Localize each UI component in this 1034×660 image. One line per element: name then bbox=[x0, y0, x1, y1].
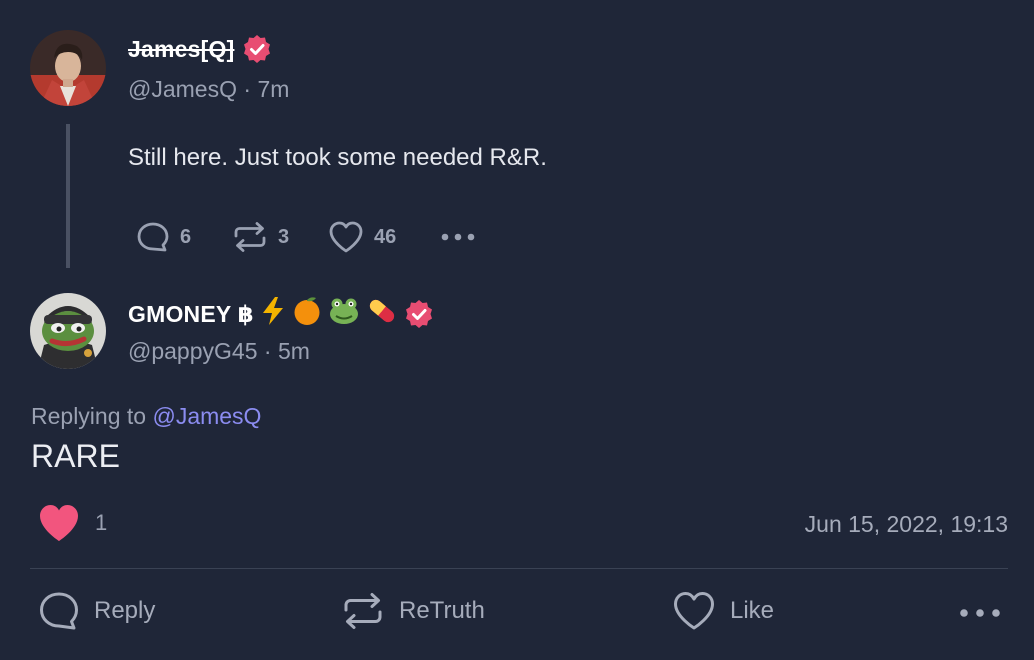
like-label: Like bbox=[730, 597, 775, 624]
parent-post-text: Still here. Just took some needed R&R. bbox=[128, 144, 547, 171]
parent-reply-count: 6 bbox=[180, 225, 192, 248]
reply-time: 5m bbox=[277, 338, 310, 364]
parent-more-button[interactable] bbox=[440, 230, 478, 249]
verified-badge-icon bbox=[242, 34, 272, 64]
reply-display-name[interactable]: GMONEY ฿ bbox=[128, 296, 434, 332]
reply-post-text: RARE bbox=[31, 438, 120, 474]
parent-retruth-button[interactable]: 3 bbox=[232, 220, 289, 254]
divider bbox=[30, 568, 1008, 569]
more-options-button[interactable] bbox=[958, 605, 1002, 626]
frog-emoji-icon bbox=[328, 296, 360, 332]
heart-outline-icon bbox=[674, 592, 714, 630]
like-button[interactable]: Like bbox=[672, 590, 774, 632]
lightning-emoji-icon bbox=[260, 296, 286, 332]
orange-emoji-icon bbox=[292, 296, 322, 332]
post-timestamp: Jun 15, 2022, 19:13 bbox=[804, 511, 1008, 537]
parent-like-count: 46 bbox=[374, 225, 397, 248]
thread-line bbox=[66, 124, 70, 268]
reply-like-count: 1 bbox=[95, 510, 108, 535]
reply-like-count-row[interactable]: 1 bbox=[37, 502, 107, 544]
heart-filled-icon bbox=[40, 505, 78, 541]
retruth-icon bbox=[234, 222, 266, 252]
parent-retruth-count: 3 bbox=[278, 225, 290, 248]
replying-to-line: Replying to @JamesQ bbox=[31, 403, 261, 430]
parent-handle-line: @JamesQ · 7m bbox=[128, 76, 290, 102]
verified-badge-icon bbox=[404, 299, 434, 329]
retruth-label: ReTruth bbox=[399, 597, 485, 624]
parent-time: 7m bbox=[257, 76, 290, 102]
reply-icon bbox=[40, 592, 78, 630]
parent-reply-button[interactable]: 6 bbox=[136, 220, 191, 254]
heart-outline-icon bbox=[329, 221, 363, 253]
replying-to-link[interactable]: @JamesQ bbox=[152, 403, 261, 429]
parent-avatar[interactable] bbox=[30, 30, 106, 106]
more-horizontal-icon bbox=[960, 609, 1000, 617]
reply-avatar[interactable] bbox=[30, 293, 106, 369]
retruth-button[interactable]: ReTruth bbox=[341, 590, 485, 632]
reply-label: Reply bbox=[94, 597, 156, 624]
reply-handle[interactable]: @pappyG45 bbox=[128, 338, 258, 364]
reply-button[interactable]: Reply bbox=[38, 590, 155, 632]
parent-display-name[interactable]: James[Q] bbox=[128, 34, 272, 64]
replying-to-label: Replying to bbox=[31, 403, 147, 429]
retruth-icon bbox=[344, 593, 382, 629]
reply-icon bbox=[137, 222, 169, 252]
parent-handle[interactable]: @JamesQ bbox=[128, 76, 237, 102]
reply-handle-line: @pappyG45 · 5m bbox=[128, 338, 310, 364]
pill-emoji-icon bbox=[366, 296, 398, 332]
parent-like-button[interactable]: 46 bbox=[328, 220, 396, 254]
more-horizontal-icon bbox=[441, 233, 475, 241]
